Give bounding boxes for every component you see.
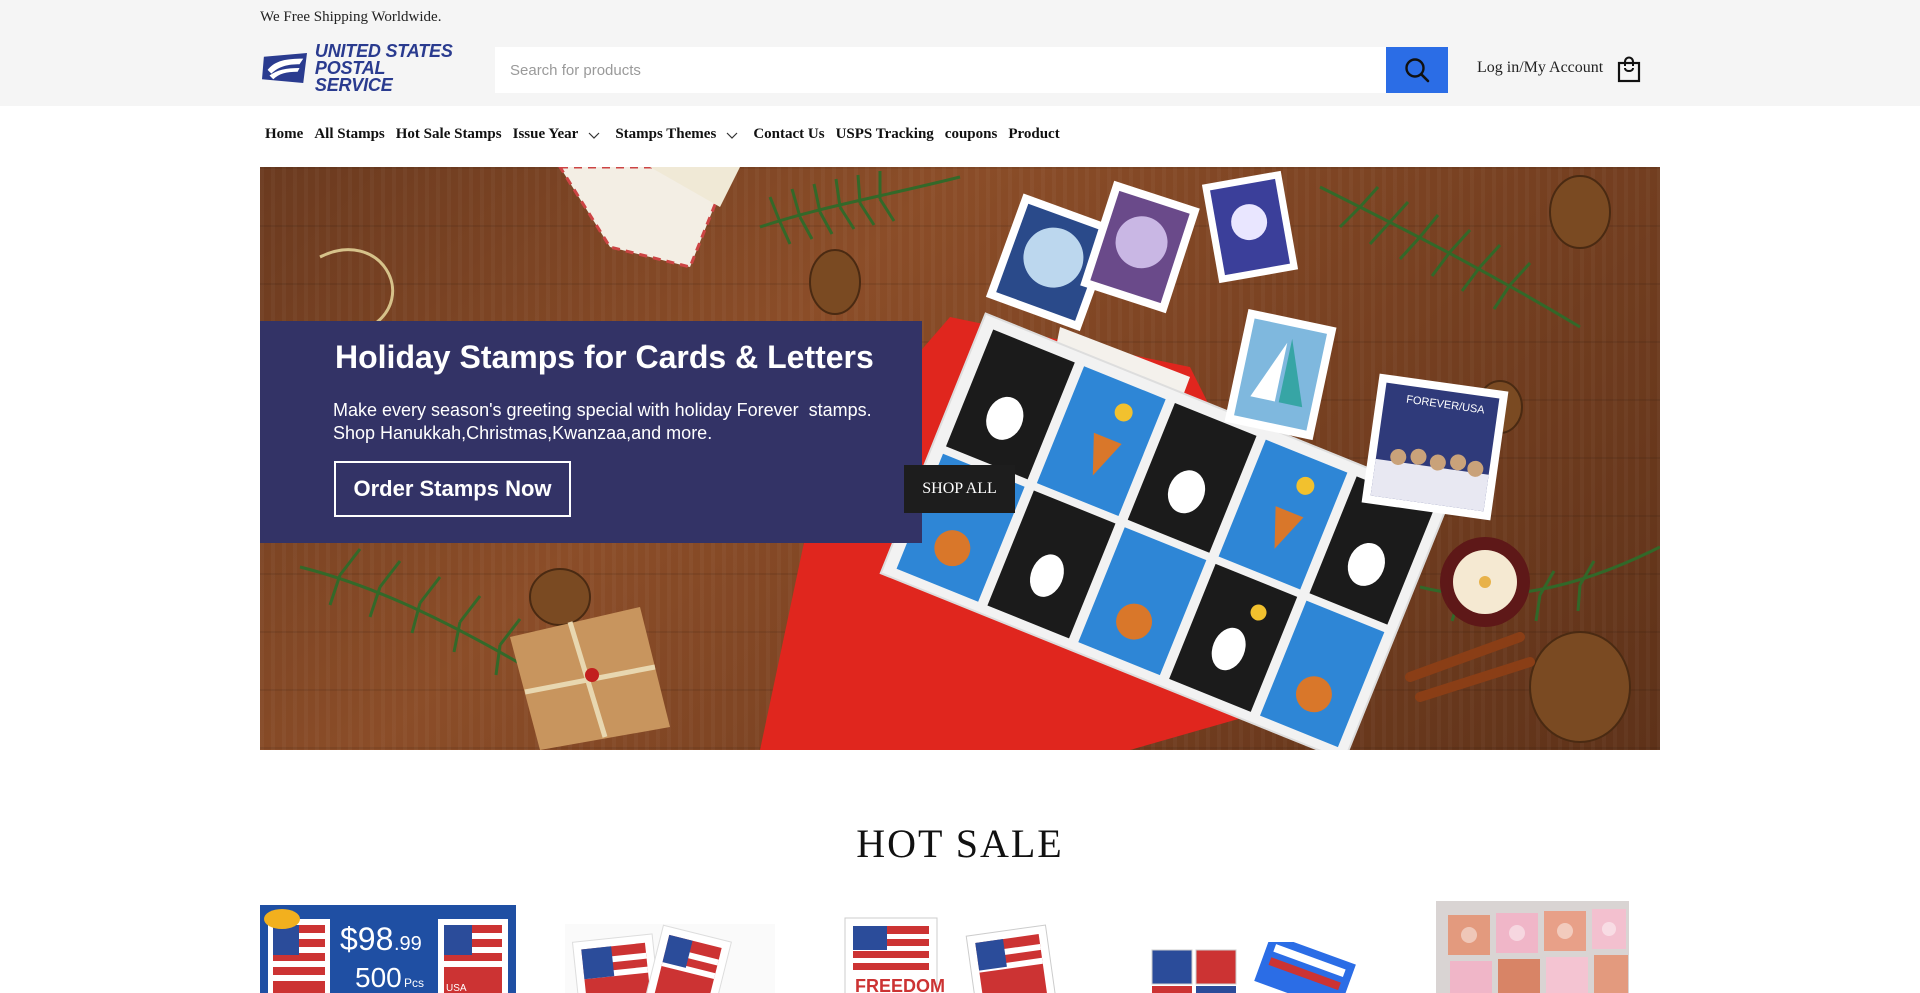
chevron-down-icon	[588, 132, 600, 139]
hero-subtitle-line-2: Shop Hanukkah,Christmas,Kwanzaa,and more…	[333, 423, 713, 443]
logo-line-1: UNITED STATES	[314, 40, 453, 61]
hero-subtitle: Make every season's greeting special wit…	[333, 399, 893, 445]
hot-sale-heading: HOT SALE	[856, 821, 1064, 866]
flag-stamp-booklets-image	[1140, 942, 1370, 993]
nav-stamps-themes[interactable]: Stamps Themes	[615, 126, 742, 143]
logo-line-2: POSTAL SERVICE	[314, 57, 393, 95]
freedom-label: FREEDOM	[855, 976, 945, 993]
product-card[interactable]: FREEDOM	[842, 910, 1082, 993]
eagle-logo-icon	[262, 52, 308, 84]
product-card[interactable]	[1140, 942, 1370, 993]
badge-price: $98	[340, 921, 393, 957]
shopping-bag-icon[interactable]	[1615, 55, 1643, 83]
order-stamps-button[interactable]: Order Stamps Now	[334, 461, 571, 517]
flag-stamps-500-image: $98 .99 500 Pcs USA	[264, 909, 508, 993]
nav-home[interactable]: Home	[265, 126, 303, 143]
chevron-down-icon	[726, 132, 738, 139]
search-bar	[495, 47, 1448, 93]
product-grid: $98 .99 500 Pcs USA FREEDOM	[260, 900, 1660, 993]
flag-stamp-rolls-image	[565, 924, 775, 993]
promo-panel: Holiday Stamps for Cards & Letters Make …	[260, 321, 922, 543]
product-card[interactable]	[565, 924, 775, 993]
badge-unit: Pcs	[404, 976, 424, 990]
search-button[interactable]	[1386, 47, 1448, 93]
nav-usps-tracking[interactable]: USPS Tracking	[836, 126, 934, 143]
nav-coupons[interactable]: coupons	[945, 126, 998, 143]
main-nav: Home All Stamps Hot Sale Stamps Issue Ye…	[265, 126, 1071, 143]
freedom-flag-stamps-image: FREEDOM	[842, 910, 1082, 993]
hero-banner[interactable]: FOREVER/USA Holiday Stamps for Cards & L…	[260, 167, 1660, 750]
stamp-usa-label: USA	[446, 983, 467, 993]
product-card[interactable]	[1436, 901, 1629, 993]
nav-issue-year[interactable]: Issue Year	[513, 126, 605, 143]
nav-product[interactable]: Product	[1008, 126, 1059, 143]
search-input[interactable]	[495, 47, 1386, 93]
hero-title: Holiday Stamps for Cards & Letters	[335, 339, 874, 375]
announcement-bar: We Free Shipping Worldwide.	[260, 9, 442, 25]
hero-subtitle-line-1: Make every season's greeting special wit…	[333, 400, 872, 420]
account-link[interactable]: Log in/My Account	[1477, 59, 1603, 77]
nav-all-stamps[interactable]: All Stamps	[314, 126, 384, 143]
flower-stamps-image	[1436, 901, 1629, 993]
product-card[interactable]: $98 .99 500 Pcs USA	[260, 905, 516, 993]
nav-hot-sale-stamps[interactable]: Hot Sale Stamps	[396, 126, 502, 143]
shop-all-button[interactable]: SHOP ALL	[904, 465, 1015, 513]
search-icon	[1405, 58, 1430, 83]
badge-cents: .99	[394, 933, 422, 955]
badge-qty: 500	[355, 962, 402, 993]
usps-logo[interactable]: UNITED STATES POSTAL SERVICE	[262, 42, 458, 94]
nav-contact-us[interactable]: Contact Us	[753, 126, 824, 143]
